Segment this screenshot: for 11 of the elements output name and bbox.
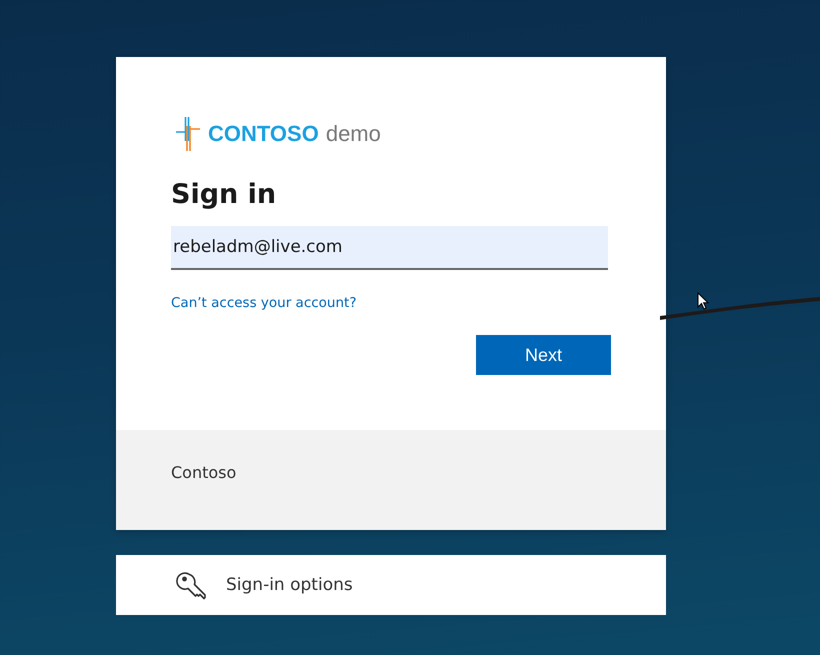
mouse-pointer-icon <box>697 292 709 310</box>
sign-in-options-button[interactable]: Sign-in options <box>116 555 666 615</box>
organization-name: Contoso <box>171 462 236 484</box>
next-button[interactable]: Next <box>476 335 611 375</box>
key-icon <box>176 570 206 600</box>
logo-suffix-text: demo <box>326 121 381 147</box>
logo-icon <box>176 117 200 151</box>
account-help-link[interactable]: Can’t access your account? <box>171 293 357 313</box>
email-field[interactable]: rebeladm@live.com <box>171 226 608 270</box>
sign-in-title: Sign in <box>171 178 278 212</box>
logo-brand-text: CONTOSO <box>208 121 319 147</box>
